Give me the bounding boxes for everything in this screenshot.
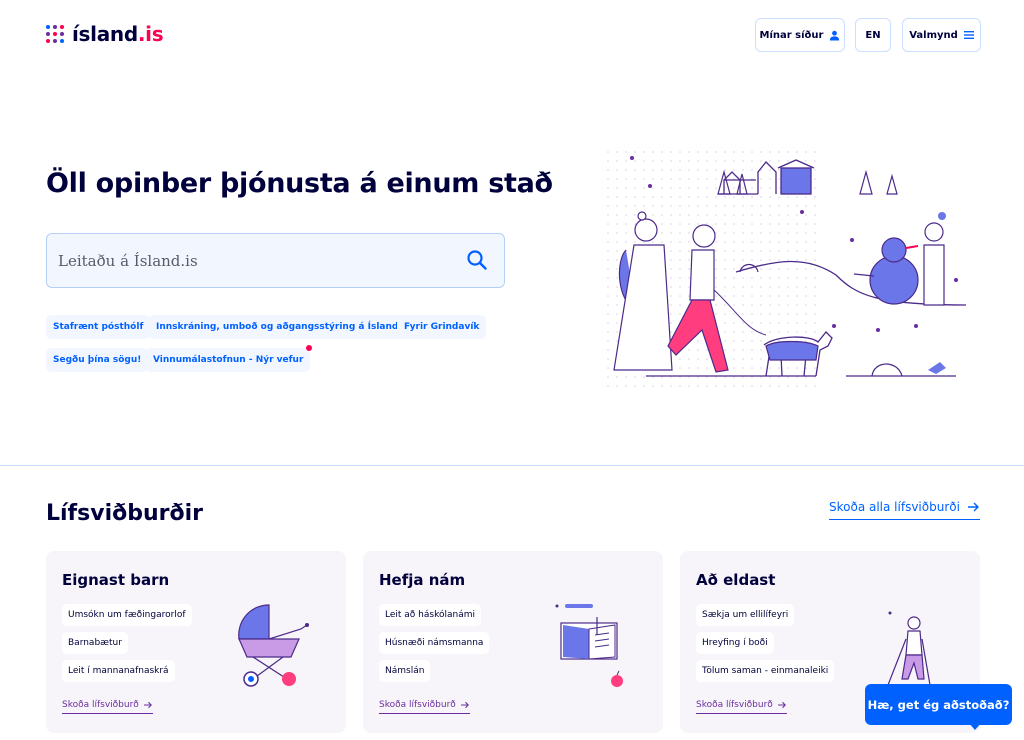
menu-label: Valmynd [909, 29, 958, 41]
card-link[interactable]: Leit að háskólanámi [379, 604, 481, 626]
chat-label: Hæ, get ég aðstoðað? [867, 697, 1010, 712]
search-icon[interactable] [466, 249, 488, 271]
baby-stroller-icon [238, 604, 309, 687]
language-label: EN [865, 29, 881, 41]
hamburger-icon [963, 31, 974, 39]
book-icon [555, 604, 623, 687]
logo-text: ísland.is [72, 22, 164, 46]
search-input[interactable] [47, 234, 447, 287]
life-event-card-hefja-nam[interactable]: Hefja nám Leit að háskólanámi Húsnæði ná… [363, 551, 663, 733]
section-divider [0, 465, 1024, 466]
card-link[interactable]: Leit í mannanafnaskrá [62, 660, 175, 682]
my-pages-label: Mínar síður [759, 29, 824, 41]
card-link[interactable]: Barnabætur [62, 632, 128, 654]
new-indicator-dot [306, 345, 313, 351]
elderly-walker-icon [887, 611, 931, 686]
card-title: Að eldast [696, 571, 776, 589]
card-link[interactable]: Hreyfing í boði [696, 632, 774, 654]
arrow-right-icon [967, 502, 979, 512]
quick-link-tag[interactable]: Segðu þína sögu! [46, 348, 149, 372]
arrow-right-icon [777, 701, 786, 709]
site-header: ísland.is Mínar síður EN Valmynd [0, 0, 1024, 72]
quick-link-tag[interactable]: Fyrir Grindavík [397, 315, 487, 339]
chat-bubble-tail [968, 722, 982, 730]
island-is-logo[interactable]: ísland.is [46, 22, 164, 46]
arrow-right-icon [143, 701, 152, 709]
quick-link-tag[interactable]: Stafrænt pósthólf [46, 315, 151, 339]
logo-dots-icon [46, 25, 64, 43]
winter-walk-illustration [606, 150, 967, 390]
my-pages-button[interactable]: Mínar síður [755, 18, 845, 52]
see-all-label: Skoða alla lífsviðburði [829, 500, 960, 514]
hero-title: Öll opinber þjónusta á einum stað [46, 168, 553, 199]
card-link[interactable]: Námslán [379, 660, 431, 682]
see-life-event-link[interactable]: Skoða lífsviðburð [379, 700, 470, 714]
quick-link-tag[interactable]: Innskráning, umboð og aðgangsstýring á Í… [149, 315, 418, 339]
card-link[interactable]: Tölum saman - einmanaleiki [696, 660, 835, 682]
search-box [46, 233, 505, 288]
chat-assistant-button[interactable]: Hæ, get ég aðstoðað? [865, 684, 1012, 725]
card-link[interactable]: Umsókn um fæðingarorlof [62, 604, 192, 626]
language-button[interactable]: EN [855, 18, 891, 52]
quick-link-tag[interactable]: Vinnumálastofnun - Nýr vefur [146, 345, 313, 372]
arrow-right-icon [460, 701, 469, 709]
card-link[interactable]: Sækja um ellilífeyri [696, 604, 795, 626]
user-icon [830, 30, 840, 41]
see-life-event-link[interactable]: Skoða lífsviðburð [62, 700, 153, 714]
menu-button[interactable]: Valmynd [902, 18, 981, 52]
see-all-life-events-link[interactable]: Skoða alla lífsviðburði [829, 500, 980, 520]
see-life-event-link[interactable]: Skoða lífsviðburð [696, 700, 787, 714]
card-link[interactable]: Húsnæði námsmanna [379, 632, 490, 654]
card-title: Eignast barn [62, 571, 170, 589]
life-events-title: Lífsviðburðir [46, 501, 203, 526]
card-title: Hefja nám [379, 571, 466, 589]
life-event-card-eignast-barn[interactable]: Eignast barn Umsókn um fæðingarorlof Bar… [46, 551, 346, 733]
